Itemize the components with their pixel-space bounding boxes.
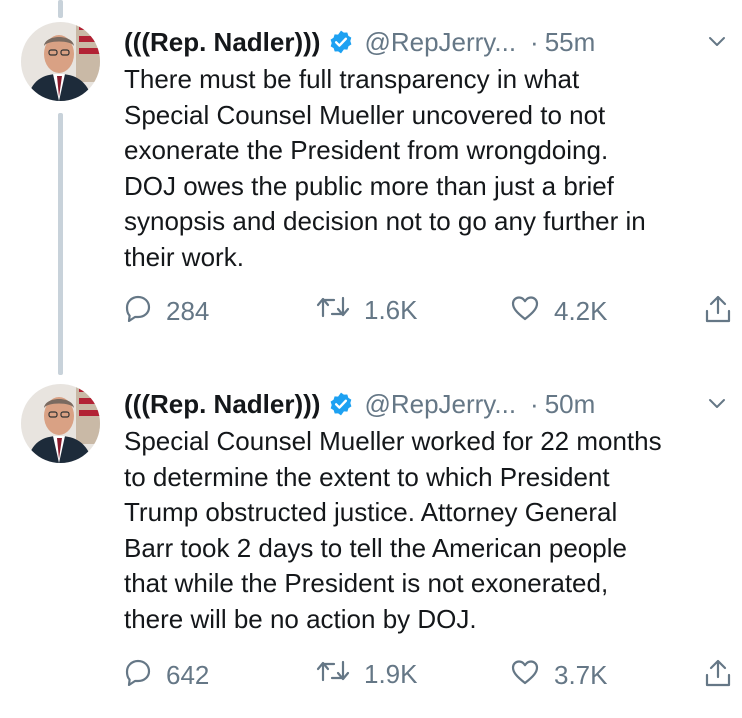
reply-icon bbox=[124, 658, 152, 693]
separator-dot: · bbox=[530, 388, 539, 419]
like-count: 4.2K bbox=[554, 296, 608, 326]
timestamp[interactable]: 50m bbox=[545, 389, 596, 420]
like-count: 3.7K bbox=[554, 660, 608, 690]
thread-line-top bbox=[58, 0, 63, 18]
heart-icon bbox=[510, 294, 540, 329]
timestamp[interactable]: 55m bbox=[545, 27, 596, 58]
reply-count: 642 bbox=[166, 660, 210, 690]
avatar[interactable] bbox=[21, 384, 100, 463]
tweet[interactable]: (((Rep. Nadler))) @RepJerry... · 50m Spe… bbox=[0, 384, 742, 704]
tweet-text: There must be full transparency in what … bbox=[124, 64, 646, 272]
separator-dot: · bbox=[530, 26, 539, 57]
chevron-down-icon[interactable] bbox=[706, 392, 728, 419]
author-name[interactable]: (((Rep. Nadler))) bbox=[124, 27, 320, 58]
share-icon bbox=[704, 658, 732, 695]
tweet-header: (((Rep. Nadler))) @RepJerry... · 55m bbox=[124, 22, 595, 62]
retweet-count: 1.9K bbox=[364, 659, 418, 689]
retweet-button[interactable]: 1.9K bbox=[316, 658, 418, 691]
share-icon bbox=[704, 294, 732, 331]
author-handle[interactable]: @RepJerry... bbox=[364, 27, 516, 58]
like-button[interactable]: 4.2K bbox=[510, 294, 608, 329]
retweet-icon bbox=[316, 658, 350, 691]
author-handle[interactable]: @RepJerry... bbox=[364, 389, 516, 420]
tweet[interactable]: (((Rep. Nadler))) @RepJerry... · 55m The… bbox=[0, 22, 742, 342]
retweet-icon bbox=[316, 294, 350, 327]
share-button[interactable] bbox=[704, 658, 732, 695]
verified-badge-icon bbox=[328, 29, 354, 55]
like-button[interactable]: 3.7K bbox=[510, 658, 608, 693]
tweet-actions: 284 1.6K 4.2K bbox=[124, 294, 734, 330]
author-name[interactable]: (((Rep. Nadler))) bbox=[124, 389, 320, 420]
chevron-down-icon[interactable] bbox=[706, 30, 728, 57]
tweet-header: (((Rep. Nadler))) @RepJerry... · 50m bbox=[124, 384, 595, 424]
heart-icon bbox=[510, 658, 540, 693]
verified-badge-icon bbox=[328, 391, 354, 417]
reply-icon bbox=[124, 294, 152, 329]
reply-button[interactable]: 642 bbox=[124, 658, 209, 693]
reply-count: 284 bbox=[166, 296, 210, 326]
retweet-count: 1.6K bbox=[364, 295, 418, 325]
avatar[interactable] bbox=[21, 22, 100, 101]
share-button[interactable] bbox=[704, 294, 732, 331]
reply-button[interactable]: 284 bbox=[124, 294, 209, 329]
tweet-text: Special Counsel Mueller worked for 22 mo… bbox=[124, 426, 662, 634]
retweet-button[interactable]: 1.6K bbox=[316, 294, 418, 327]
tweet-actions: 642 1.9K 3.7K bbox=[124, 658, 734, 694]
